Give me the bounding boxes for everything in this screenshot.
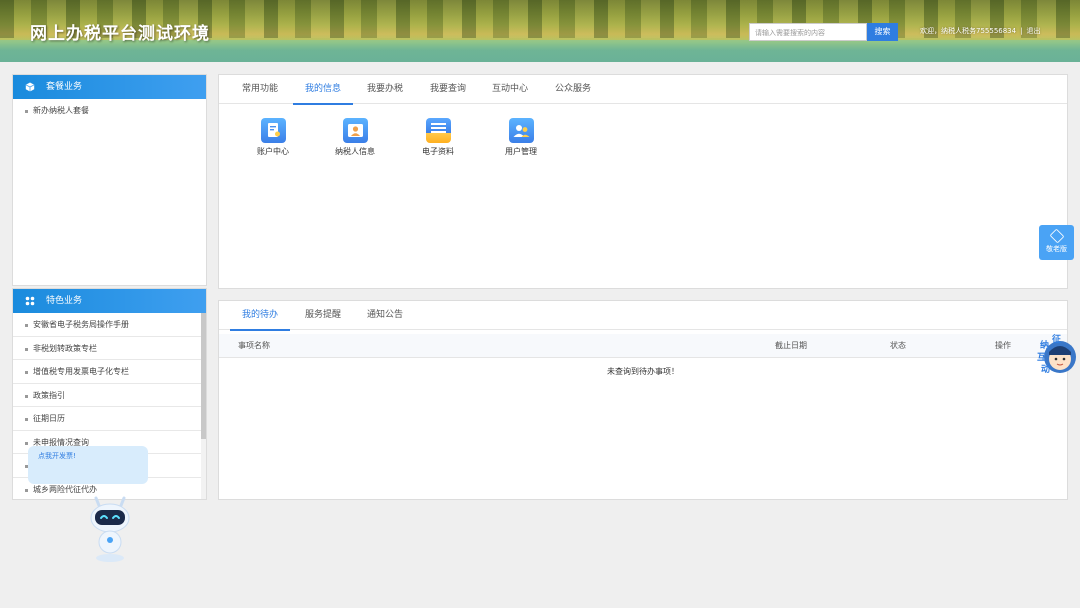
- func-taxpayer-info[interactable]: 纳税人信息: [325, 118, 385, 157]
- todo-table-header: 事项名称 截止日期 状态 操作: [219, 334, 1067, 358]
- empty-message: 未查询到待办事项！: [607, 367, 679, 376]
- tab-query[interactable]: 我要查询: [428, 75, 468, 104]
- func-label: 纳税人信息: [335, 147, 375, 156]
- func-label: 账户中心: [257, 147, 289, 156]
- list-item[interactable]: 征期日历: [13, 407, 206, 431]
- tab-notice[interactable]: 通知公告: [365, 301, 405, 330]
- tab-interaction[interactable]: 互动中心: [490, 75, 530, 104]
- func-account-center[interactable]: 账户中心: [243, 118, 303, 157]
- scrollbar[interactable]: [201, 313, 206, 499]
- package-panel-header: 套餐业务: [13, 75, 206, 99]
- mascot-char: 动: [1041, 365, 1051, 375]
- header-banner: 网上办税平台测试环境 请输入需要搜索的内容 搜索 欢迎，纳税人税务7555568…: [0, 0, 1080, 62]
- func-label: 电子资料: [422, 147, 454, 156]
- folder-stack-icon: [425, 118, 451, 143]
- functions-panel: 常用功能 我的信息 我要办税 我要查询 互动中心 公众服务 账户中心 纳税人信息…: [218, 74, 1068, 289]
- special-panel-header: 特色业务: [13, 289, 206, 313]
- column-header: 截止日期: [775, 341, 807, 350]
- list-item[interactable]: 政策指引: [13, 384, 206, 407]
- assistant-robot[interactable]: [86, 492, 134, 564]
- package-panel-title: 套餐业务: [46, 82, 83, 92]
- elder-mode-icon: [1049, 228, 1064, 244]
- tab-tax-handling[interactable]: 我要办税: [365, 75, 405, 104]
- logout-link[interactable]: 退出: [1026, 27, 1040, 35]
- assistant-bubble-text: 点我开发票!: [38, 452, 76, 460]
- mascot-widget[interactable]: 征 纳 互 动: [1036, 332, 1080, 378]
- tab-common[interactable]: 常用功能: [240, 75, 280, 104]
- top-tabs: 常用功能 我的信息 我要办税 我要查询 互动中心 公众服务: [219, 75, 1067, 105]
- todo-panel: 我的待办 服务提醒 通知公告 事项名称 截止日期 状态 操作 未查询到待办事项！: [218, 300, 1068, 500]
- document-user-icon: [260, 118, 286, 143]
- mascot-char: 征: [1052, 335, 1062, 345]
- list-item[interactable]: 非税划转政策专栏: [13, 337, 206, 360]
- column-header: 操作: [995, 341, 1011, 350]
- elder-mode-button[interactable]: 敬老版: [1039, 225, 1074, 260]
- func-e-documents[interactable]: 电子资料: [408, 118, 468, 157]
- grid-icon: [25, 296, 35, 306]
- tab-my-todo[interactable]: 我的待办: [230, 301, 290, 331]
- person-card-icon: [342, 118, 368, 143]
- search-button[interactable]: 搜索: [867, 23, 898, 41]
- package-panel: 套餐业务 新办纳税人套餐: [12, 74, 207, 286]
- list-item[interactable]: 新办纳税人套餐: [13, 99, 206, 123]
- scrollbar-thumb[interactable]: [201, 313, 206, 439]
- users-icon: [508, 118, 534, 143]
- site-title: 网上办税平台测试环境: [30, 24, 210, 44]
- cube-icon: [25, 82, 35, 92]
- func-label: 用户管理: [505, 147, 537, 156]
- list-item[interactable]: 安徽省电子税务局操作手册: [13, 313, 206, 337]
- user-welcome-text: 欢迎，纳税人税务755556834: [920, 27, 1017, 35]
- tab-public-service[interactable]: 公众服务: [553, 75, 593, 104]
- list-item[interactable]: 增值税专用发票电子化专栏: [13, 360, 206, 384]
- search-input[interactable]: 请输入需要搜索的内容: [749, 23, 867, 41]
- elder-mode-label: 敬老版: [1046, 245, 1067, 253]
- bottom-tabs: 我的待办 服务提醒 通知公告: [219, 301, 1067, 331]
- column-header: 事项名称: [238, 341, 270, 350]
- tab-service-reminder[interactable]: 服务提醒: [303, 301, 343, 330]
- column-header: 状态: [890, 341, 906, 350]
- func-user-management[interactable]: 用户管理: [491, 118, 551, 157]
- robot-icon: [90, 496, 130, 562]
- assistant-bubble[interactable]: 点我开发票!: [28, 446, 148, 484]
- tab-my-info[interactable]: 我的信息: [293, 75, 353, 105]
- special-panel-title: 特色业务: [46, 296, 83, 306]
- user-bar: 欢迎，纳税人税务755556834 | 退出: [920, 27, 1041, 35]
